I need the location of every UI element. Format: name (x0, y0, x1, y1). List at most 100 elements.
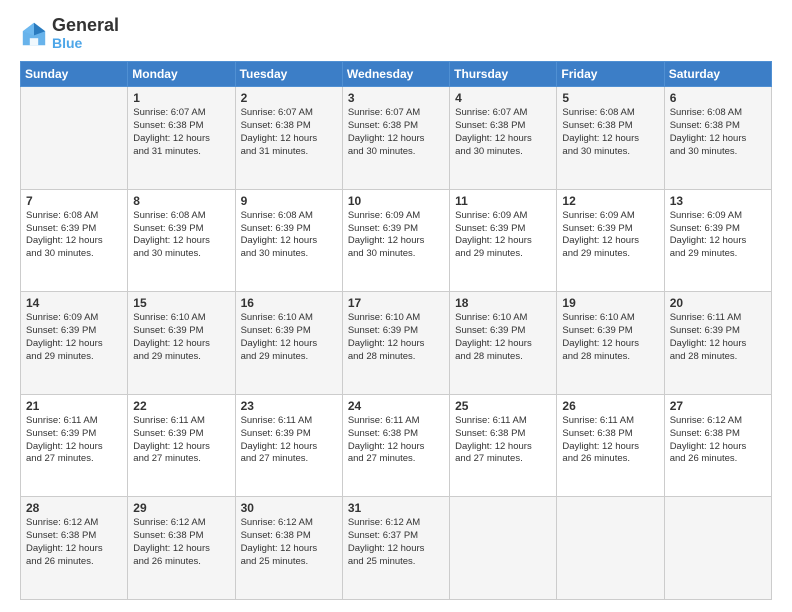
day-number: 15 (133, 296, 229, 310)
day-number: 23 (241, 399, 337, 413)
calendar-cell (664, 497, 771, 600)
calendar-cell: 19 Sunrise: 6:10 AM Sunset: 6:39 PM Dayli… (557, 292, 664, 395)
day-info: Sunrise: 6:12 AM Sunset: 6:38 PM Dayligh… (241, 517, 337, 568)
calendar-cell: 12Sunrise: 6:09 AM Sunset: 6:39 PM Dayli… (557, 189, 664, 292)
week-row-2: 7 Sunrise: 6:08 AM Sunset: 6:39 PM Daylig… (21, 189, 772, 292)
logo-text: General Blue (52, 16, 119, 51)
calendar-cell: 24 Sunrise: 6:11 AM Sunset: 6:38 PM Dayli… (342, 394, 449, 497)
day-info: Sunrise: 6:10 AM Sunset: 6:39 PM Dayligh… (562, 312, 658, 363)
day-info: Sunrise: 6:10 AM Sunset: 6:39 PM Dayligh… (455, 312, 551, 363)
calendar-cell: 22Sunrise: 6:11 AM Sunset: 6:39 PM Dayli… (128, 394, 235, 497)
day-number: 31 (348, 501, 444, 515)
calendar-cell: 3 Sunrise: 6:07 AM Sunset: 6:38 PM Daylig… (342, 87, 449, 190)
calendar-cell: 31 Sunrise: 6:12 AM Sunset: 6:37 PM Dayli… (342, 497, 449, 600)
week-row-5: 28 Sunrise: 6:12 AM Sunset: 6:38 PM Dayli… (21, 497, 772, 600)
calendar-cell: 14 Sunrise: 6:09 AM Sunset: 6:39 PM Dayli… (21, 292, 128, 395)
day-number: 9 (241, 194, 337, 208)
calendar-cell: 27 Sunrise: 6:12 AM Sunset: 6:38 PM Dayli… (664, 394, 771, 497)
day-info: Sunrise: 6:12 AM Sunset: 6:38 PM Dayligh… (670, 415, 766, 466)
day-number: 7 (26, 194, 122, 208)
day-number: 20 (670, 296, 766, 310)
day-info: Sunrise: 6:11 AM Sunset: 6:39 PM Dayligh… (241, 415, 337, 466)
day-info: Sunrise: 6:11 AM Sunset: 6:39 PM Dayligh… (670, 312, 766, 363)
weekday-header-row: SundayMondayTuesdayWednesdayThursdayFrid… (21, 62, 772, 87)
day-info: Sunrise: 6:08 AM Sunset: 6:39 PM Dayligh… (26, 210, 122, 261)
calendar-cell: 23 Sunrise: 6:11 AM Sunset: 6:39 PM Dayli… (235, 394, 342, 497)
day-info: Sunrise: 6:07 AM Sunset: 6:38 PM Dayligh… (241, 107, 337, 158)
calendar-cell: 30 Sunrise: 6:12 AM Sunset: 6:38 PM Dayli… (235, 497, 342, 600)
day-info: Sunrise: 6:08 AM Sunset: 6:38 PM Dayligh… (562, 107, 658, 158)
calendar-cell: 20 Sunrise: 6:11 AM Sunset: 6:39 PM Dayli… (664, 292, 771, 395)
calendar-cell: 26Sunrise: 6:11 AM Sunset: 6:38 PM Dayli… (557, 394, 664, 497)
day-number: 24 (348, 399, 444, 413)
calendar-cell: 10Sunrise: 6:09 AM Sunset: 6:39 PM Dayli… (342, 189, 449, 292)
day-number: 19 (562, 296, 658, 310)
day-info: Sunrise: 6:11 AM Sunset: 6:39 PM Dayligh… (26, 415, 122, 466)
week-row-4: 21 Sunrise: 6:11 AM Sunset: 6:39 PM Dayli… (21, 394, 772, 497)
day-info: Sunrise: 6:10 AM Sunset: 6:39 PM Dayligh… (133, 312, 229, 363)
day-number: 4 (455, 91, 551, 105)
day-number: 21 (26, 399, 122, 413)
day-number: 25 (455, 399, 551, 413)
calendar-cell: 9 Sunrise: 6:08 AM Sunset: 6:39 PM Daylig… (235, 189, 342, 292)
day-info: Sunrise: 6:12 AM Sunset: 6:38 PM Dayligh… (26, 517, 122, 568)
weekday-header-monday: Monday (128, 62, 235, 87)
weekday-header-tuesday: Tuesday (235, 62, 342, 87)
day-info: Sunrise: 6:11 AM Sunset: 6:38 PM Dayligh… (348, 415, 444, 466)
day-info: Sunrise: 6:08 AM Sunset: 6:39 PM Dayligh… (133, 210, 229, 261)
calendar-cell: 25 Sunrise: 6:11 AM Sunset: 6:38 PM Dayli… (450, 394, 557, 497)
day-number: 29 (133, 501, 229, 515)
calendar-cell: 1 Sunrise: 6:07 AM Sunset: 6:38 PM Daylig… (128, 87, 235, 190)
day-number: 8 (133, 194, 229, 208)
calendar-cell: 7 Sunrise: 6:08 AM Sunset: 6:39 PM Daylig… (21, 189, 128, 292)
calendar-cell: 21 Sunrise: 6:11 AM Sunset: 6:39 PM Dayli… (21, 394, 128, 497)
calendar-cell (21, 87, 128, 190)
calendar-cell: 6Sunrise: 6:08 AM Sunset: 6:38 PM Daylig… (664, 87, 771, 190)
logo: General Blue (20, 16, 119, 51)
day-number: 3 (348, 91, 444, 105)
day-info: Sunrise: 6:08 AM Sunset: 6:38 PM Dayligh… (670, 107, 766, 158)
header: General Blue (20, 16, 772, 51)
day-number: 10 (348, 194, 444, 208)
weekday-header-sunday: Sunday (21, 62, 128, 87)
calendar-cell: 8 Sunrise: 6:08 AM Sunset: 6:39 PM Daylig… (128, 189, 235, 292)
day-number: 13 (670, 194, 766, 208)
day-number: 1 (133, 91, 229, 105)
day-number: 28 (26, 501, 122, 515)
day-info: Sunrise: 6:10 AM Sunset: 6:39 PM Dayligh… (348, 312, 444, 363)
day-number: 2 (241, 91, 337, 105)
week-row-1: 1 Sunrise: 6:07 AM Sunset: 6:38 PM Daylig… (21, 87, 772, 190)
calendar-cell: 18 Sunrise: 6:10 AM Sunset: 6:39 PM Dayli… (450, 292, 557, 395)
day-info: Sunrise: 6:11 AM Sunset: 6:39 PM Dayligh… (133, 415, 229, 466)
calendar-cell: 29 Sunrise: 6:12 AM Sunset: 6:38 PM Dayli… (128, 497, 235, 600)
day-info: Sunrise: 6:09 AM Sunset: 6:39 PM Dayligh… (26, 312, 122, 363)
day-info: Sunrise: 6:07 AM Sunset: 6:38 PM Dayligh… (348, 107, 444, 158)
day-info: Sunrise: 6:10 AM Sunset: 6:39 PM Dayligh… (241, 312, 337, 363)
day-number: 30 (241, 501, 337, 515)
day-number: 17 (348, 296, 444, 310)
day-info: Sunrise: 6:09 AM Sunset: 6:39 PM Dayligh… (455, 210, 551, 261)
weekday-header-saturday: Saturday (664, 62, 771, 87)
day-info: Sunrise: 6:07 AM Sunset: 6:38 PM Dayligh… (455, 107, 551, 158)
weekday-header-wednesday: Wednesday (342, 62, 449, 87)
calendar-cell: 28 Sunrise: 6:12 AM Sunset: 6:38 PM Dayli… (21, 497, 128, 600)
day-info: Sunrise: 6:08 AM Sunset: 6:39 PM Dayligh… (241, 210, 337, 261)
page: General Blue SundayMondayTuesdayWednesda… (0, 0, 792, 612)
calendar-cell (557, 497, 664, 600)
day-number: 11 (455, 194, 551, 208)
day-info: Sunrise: 6:11 AM Sunset: 6:38 PM Dayligh… (455, 415, 551, 466)
day-info: Sunrise: 6:12 AM Sunset: 6:38 PM Dayligh… (133, 517, 229, 568)
day-info: Sunrise: 6:07 AM Sunset: 6:38 PM Dayligh… (133, 107, 229, 158)
calendar-cell: 15 Sunrise: 6:10 AM Sunset: 6:39 PM Dayli… (128, 292, 235, 395)
day-number: 5 (562, 91, 658, 105)
calendar-cell (450, 497, 557, 600)
calendar-cell: 11 Sunrise: 6:09 AM Sunset: 6:39 PM Dayli… (450, 189, 557, 292)
calendar-table: SundayMondayTuesdayWednesdayThursdayFrid… (20, 61, 772, 600)
calendar-cell: 4 Sunrise: 6:07 AM Sunset: 6:38 PM Daylig… (450, 87, 557, 190)
weekday-header-friday: Friday (557, 62, 664, 87)
day-number: 14 (26, 296, 122, 310)
day-number: 18 (455, 296, 551, 310)
day-number: 27 (670, 399, 766, 413)
calendar-cell: 5 Sunrise: 6:08 AM Sunset: 6:38 PM Daylig… (557, 87, 664, 190)
day-info: Sunrise: 6:12 AM Sunset: 6:37 PM Dayligh… (348, 517, 444, 568)
